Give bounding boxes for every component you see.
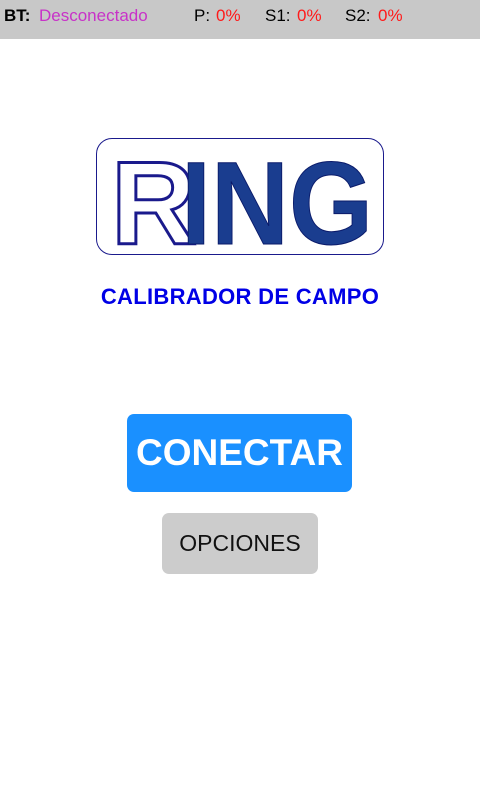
logo-letters-ing: ING bbox=[181, 139, 373, 256]
p-label: P: bbox=[194, 6, 211, 25]
bt-label: BT: bbox=[4, 6, 31, 25]
ring-logo: R ING bbox=[96, 138, 384, 256]
s2-label: S2: bbox=[345, 6, 371, 25]
ring-logo-graphic: R ING bbox=[110, 139, 374, 256]
status-bar: BT: Desconectado P: 0% S1: 0% S2: 0% bbox=[0, 0, 480, 39]
app-subtitle: CALIBRADOR DE CAMPO bbox=[100, 284, 380, 309]
s2-value: 0% bbox=[378, 6, 403, 25]
options-button[interactable]: OPCIONES bbox=[162, 513, 318, 574]
s1-label: S1: bbox=[265, 6, 291, 25]
connect-button[interactable]: CONECTAR bbox=[127, 414, 352, 492]
s1-value: 0% bbox=[297, 6, 322, 25]
p-value: 0% bbox=[216, 6, 241, 25]
bt-status-value: Desconectado bbox=[39, 6, 148, 25]
